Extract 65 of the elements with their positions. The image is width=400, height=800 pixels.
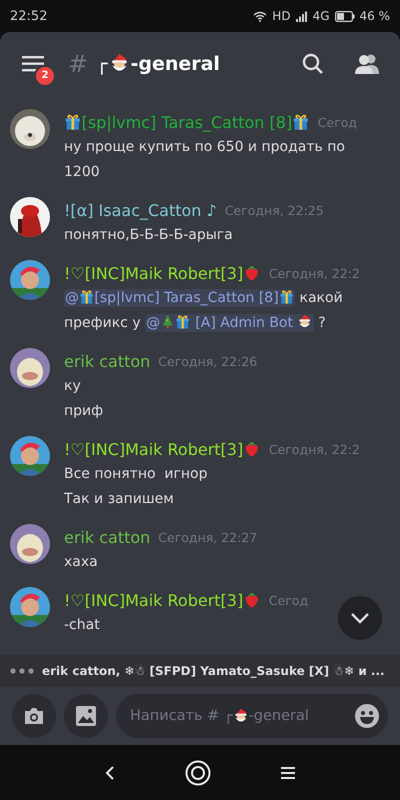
menu-icon <box>281 766 295 778</box>
gift-icon <box>278 289 294 305</box>
timestamp: Сегод <box>268 592 308 608</box>
author-name: [sp|lvmc] Taras_Catton [8] <box>82 112 292 132</box>
home-button[interactable] <box>185 760 211 786</box>
message-field[interactable]: Написать # ┌ -general <box>116 694 388 738</box>
channel-name: ┌ <box>96 52 108 74</box>
typing-indicator: erik catton, ❄☃ [SFPD] Yamato_Sasuke [X] ☃❄ и ... <box>42 664 385 678</box>
message-text: хаха <box>64 553 99 572</box>
santa-hat-icon <box>297 314 313 330</box>
cellular-type: 4G <box>312 9 330 23</box>
message-text: понятно,Б-Б-Б-Б-арыга <box>64 226 234 245</box>
emoji-icon[interactable] <box>354 703 380 729</box>
gallery-button[interactable] <box>64 694 108 738</box>
camera-button[interactable] <box>12 694 56 738</box>
author-name: !♡[INC]Maik Robert[3] <box>64 440 244 458</box>
gift-icon <box>64 113 82 131</box>
strawberry-icon <box>243 264 261 282</box>
signal-icon <box>296 10 308 22</box>
scroll-down-button[interactable] <box>338 596 382 640</box>
message-text: Все понятно игнор <box>64 465 208 484</box>
author-name: erik catton <box>64 528 150 546</box>
message-text: ку <box>64 377 82 396</box>
strawberry-icon <box>243 591 261 609</box>
back-button[interactable] <box>105 764 115 780</box>
camera-icon <box>23 707 45 725</box>
message-text: Так и запишем <box>64 490 175 509</box>
network-type: HD <box>272 9 291 23</box>
author-name: !♡[INC]Maik Robert[3] <box>64 590 244 610</box>
back-icon <box>105 764 115 780</box>
battery-icon <box>334 10 354 22</box>
battery-level: 46 % <box>360 9 390 23</box>
wifi-icon <box>253 10 268 22</box>
author-name: erik catton <box>64 352 150 370</box>
timestamp: Сегодня, 22:2 <box>268 442 360 456</box>
people-icon <box>354 52 380 74</box>
channel-hash: # <box>68 50 88 78</box>
timestamp: Сегодня, 22:2 <box>268 266 360 280</box>
message-text: @ [sp|lvmc] Taras_Catton [8] какой префикс у @ [A] Admin Bot ? <box>64 288 344 334</box>
clock: 22:52 <box>10 8 48 24</box>
search-icon <box>302 52 324 74</box>
santa-hat-icon <box>232 708 249 724</box>
gift-icon <box>175 314 191 330</box>
menu-icon <box>22 56 44 72</box>
user-mention[interactable]: @ [A] Admin Bot <box>145 314 314 332</box>
message-text: приф <box>64 402 104 421</box>
gift-icon <box>79 289 94 305</box>
image-icon <box>75 705 97 727</box>
timestamp: Сегодня, 22:25 <box>224 202 324 218</box>
unread-badge: 2 <box>34 64 56 86</box>
user-mention[interactable]: @ [sp|lvmc] Taras_Catton [8] <box>64 289 296 307</box>
recents-button[interactable] <box>281 766 295 778</box>
author-name: !♡[INC]Maik Robert[3] <box>64 264 244 282</box>
channel-name: -general <box>130 52 220 74</box>
message-text: -chat <box>64 616 101 635</box>
timestamp: Сегодня, 22:26 <box>158 354 258 368</box>
typing-dots-icon <box>10 668 34 674</box>
timestamp: Сегодня, 22:27 <box>158 530 258 544</box>
timestamp: Сегод <box>318 114 358 130</box>
home-icon <box>185 760 211 786</box>
message-text: ну проще купить по 650 и продать по 1200 <box>64 138 346 182</box>
author-name: ![α] Isaac_Catton ♪ <box>64 200 217 220</box>
chevron-down-icon <box>350 612 370 624</box>
strawberry-icon <box>243 440 261 458</box>
gift-icon <box>292 113 310 131</box>
